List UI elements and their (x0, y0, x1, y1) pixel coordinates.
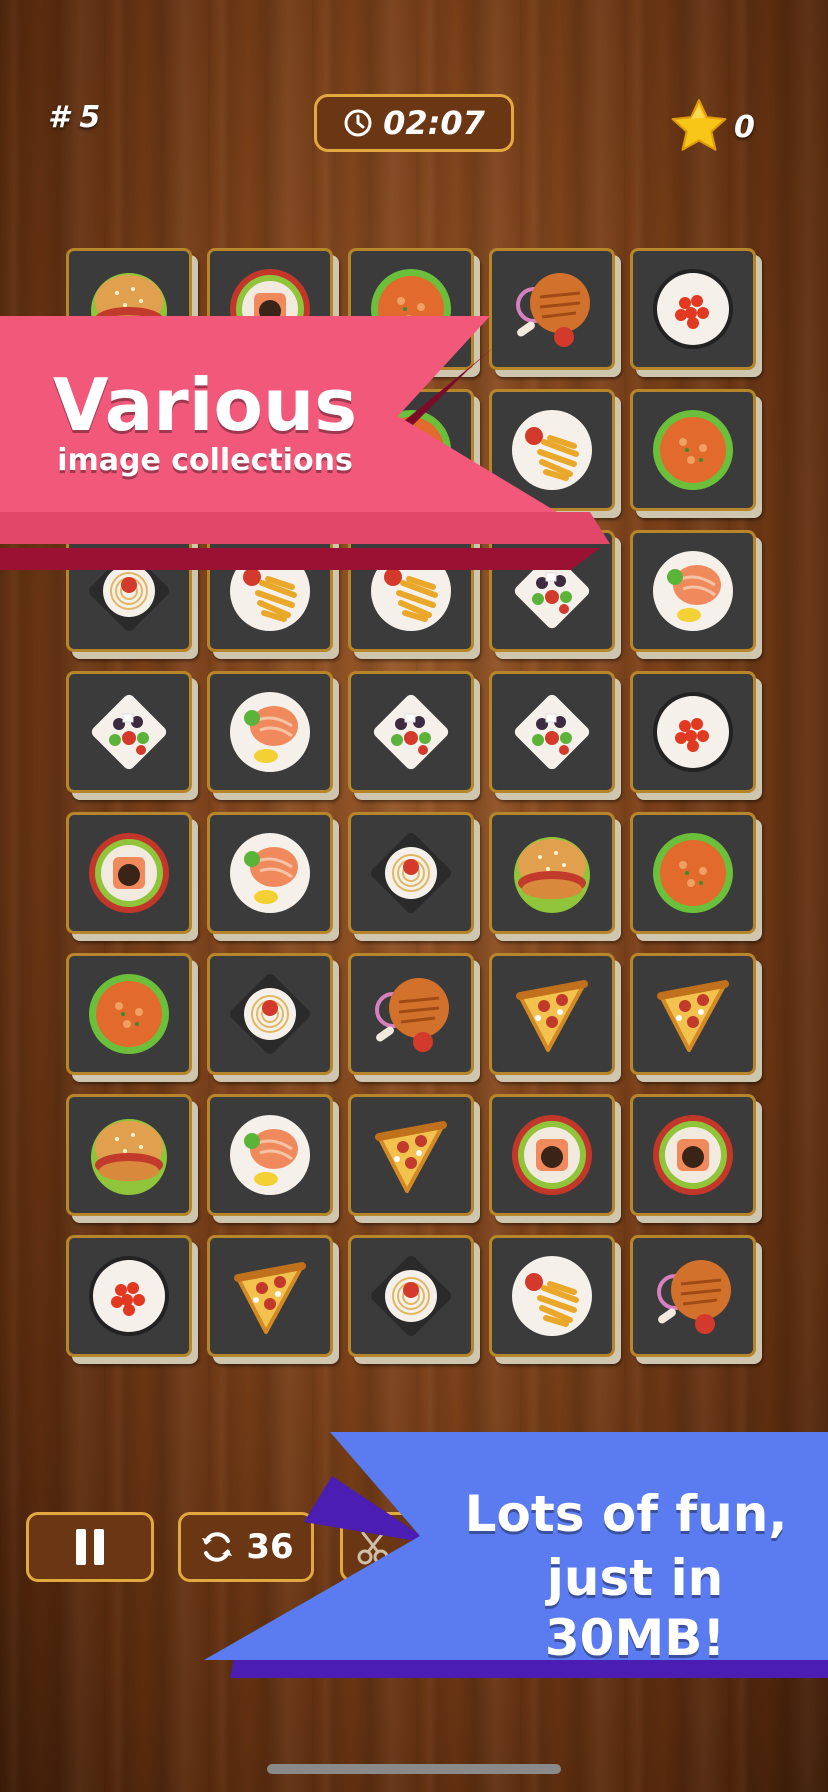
soup-icon (89, 974, 169, 1054)
tile-caviar[interactable] (630, 671, 756, 793)
salad-icon (514, 694, 590, 770)
spaghetti-icon (230, 974, 310, 1054)
tile-soup[interactable] (66, 953, 192, 1075)
tile-pizza[interactable] (630, 953, 756, 1075)
caviar-icon (89, 1256, 169, 1336)
tile-spaghetti[interactable] (207, 953, 333, 1075)
pizza-icon (375, 1121, 447, 1193)
tile-caviar[interactable] (630, 248, 756, 370)
tile-sushi-roll[interactable] (630, 1094, 756, 1216)
tile-pizza[interactable] (207, 1235, 333, 1357)
promo-top-subtitle: image collections (57, 443, 353, 478)
timer-value: 02:07 (383, 104, 485, 142)
burger-icon (514, 837, 590, 913)
sushi-roll-icon (512, 1115, 592, 1195)
salmon-icon (230, 833, 310, 913)
tile-soup[interactable] (630, 812, 756, 934)
tile-salad[interactable] (66, 671, 192, 793)
salmon-icon (653, 551, 733, 631)
spaghetti-icon (371, 1256, 451, 1336)
tile-salmon[interactable] (630, 530, 756, 652)
pizza-icon (234, 1262, 306, 1334)
pause-icon (76, 1529, 104, 1565)
tile-pizza[interactable] (348, 1094, 474, 1216)
tile-salmon[interactable] (207, 1094, 333, 1216)
tile-salad[interactable] (348, 671, 474, 793)
sushi-roll-icon (653, 1115, 733, 1195)
tile-salmon[interactable] (207, 812, 333, 934)
star-score: 0 (668, 96, 755, 158)
tile-caviar[interactable] (66, 1235, 192, 1357)
star-count: 0 (734, 109, 755, 145)
chicken-icon (375, 978, 449, 1052)
tile-spaghetti[interactable] (348, 812, 474, 934)
tile-sushi-roll[interactable] (489, 1094, 615, 1216)
tile-chicken[interactable] (348, 953, 474, 1075)
tile-chicken[interactable] (630, 1235, 756, 1357)
pause-button[interactable] (26, 1512, 154, 1582)
promo-bottom-line2: just in 30MB! (544, 1549, 726, 1667)
tile-spaghetti[interactable] (348, 1235, 474, 1357)
home-indicator (267, 1764, 561, 1774)
tile-burger[interactable] (489, 812, 615, 934)
burger-icon (91, 1119, 167, 1195)
salmon-icon (230, 692, 310, 772)
timer: 02:07 (314, 94, 514, 152)
promo-top-title: Various (52, 363, 358, 447)
salad-icon (91, 694, 167, 770)
spaghetti-icon (371, 833, 451, 913)
tile-sushi-roll[interactable] (66, 812, 192, 934)
sushi-roll-icon (89, 833, 169, 913)
caviar-icon (653, 269, 733, 349)
star-icon (671, 99, 727, 151)
pizza-icon (516, 980, 588, 1052)
soup-icon (653, 833, 733, 913)
fries-icon (512, 1256, 592, 1336)
tile-soup[interactable] (630, 389, 756, 511)
chicken-icon (657, 1260, 731, 1334)
tile-salad[interactable] (489, 671, 615, 793)
tile-pizza[interactable] (489, 953, 615, 1075)
salmon-icon (230, 1115, 310, 1195)
salad-icon (373, 694, 449, 770)
tile-burger[interactable] (66, 1094, 192, 1216)
pizza-icon (657, 980, 729, 1052)
tile-salmon[interactable] (207, 671, 333, 793)
caviar-icon (653, 692, 733, 772)
level-number: # 5 (48, 100, 101, 135)
tile-fries[interactable] (489, 1235, 615, 1357)
clock-icon (344, 109, 372, 137)
soup-icon (653, 410, 733, 490)
promo-bottom-line1: Lots of fun, (464, 1485, 788, 1543)
